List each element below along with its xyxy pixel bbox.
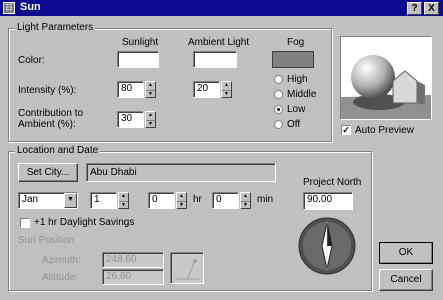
fog-low-label: Low — [287, 104, 306, 115]
light-parameters-title: Light Parameters — [15, 22, 96, 33]
spin-up-icon: ▲ — [179, 193, 184, 199]
fog-radio-middle[interactable] — [274, 90, 283, 99]
help-button[interactable]: ? — [407, 2, 422, 15]
hour-spinner[interactable]: ▲ ▼ — [176, 192, 187, 209]
spin-down-icon: ▼ — [241, 200, 250, 209]
spin-down-icon: ▼ — [119, 200, 128, 209]
preview-render-icon — [341, 37, 431, 119]
auto-preview-checkbox[interactable]: ✓ — [341, 125, 351, 135]
preview-pane — [340, 36, 432, 120]
title-bar: ☷ Sun ? X — [0, 0, 443, 16]
fog-column-label: Fog — [287, 37, 305, 48]
fog-middle-label: Middle — [287, 89, 317, 100]
spin-up-icon: ▲ — [224, 82, 229, 88]
azimuth-value: 248.60 — [102, 252, 164, 268]
month-value: Jan — [22, 194, 39, 205]
sun-angle-icon — [175, 259, 199, 280]
spin-up-icon: ▲ — [148, 112, 153, 118]
spin-down-icon: ▼ — [146, 119, 155, 128]
daylight-savings-checkbox[interactable] — [20, 218, 30, 228]
spin-up-icon: ▲ — [243, 193, 248, 199]
project-north-label: Project North — [303, 177, 362, 188]
hour-input[interactable]: 0 — [148, 192, 175, 209]
cancel-button[interactable]: Cancel — [379, 269, 433, 291]
altitude-value: 26.60 — [102, 269, 164, 285]
set-city-button[interactable]: Set City... — [18, 163, 78, 182]
location-date-title: Location and Date — [15, 145, 101, 156]
ok-button[interactable]: OK — [379, 242, 433, 264]
minute-input[interactable]: 0 — [212, 192, 239, 209]
city-field: Abu Dhabi — [86, 163, 276, 182]
azimuth-label: Azimuth: — [42, 255, 81, 266]
sun-position-preview — [170, 252, 204, 284]
compass-icon[interactable] — [298, 217, 356, 275]
window-title: Sun — [20, 1, 41, 13]
sun-position-label: Sun Position — [18, 235, 75, 246]
ambient-column-label: Ambient Light — [188, 37, 250, 48]
spin-down-icon: ▼ — [222, 89, 231, 98]
min-label: min — [257, 194, 274, 205]
minute-spinner[interactable]: ▲ ▼ — [240, 192, 251, 209]
altitude-label: Altitude: — [42, 272, 79, 283]
day-input[interactable]: 1 — [90, 192, 117, 209]
close-button[interactable]: X — [424, 2, 439, 15]
contribution-spinner[interactable]: ▲ ▼ — [145, 111, 156, 128]
contribution-label: Contribution to Ambient (%): — [18, 108, 84, 130]
fog-off-label: Off — [287, 119, 301, 130]
sunlight-intensity-input[interactable]: 80 — [117, 81, 144, 98]
spin-up-icon: ▲ — [121, 193, 126, 199]
spin-up-icon: ▲ — [148, 82, 153, 88]
fog-radio-high[interactable] — [274, 75, 283, 84]
day-spinner[interactable]: ▲ ▼ — [118, 192, 129, 209]
spin-down-icon: ▼ — [177, 200, 186, 209]
spin-down-icon: ▼ — [146, 89, 155, 98]
project-north-input[interactable]: 90.00 — [303, 192, 353, 210]
sunlight-color-swatch[interactable] — [117, 51, 159, 68]
fog-radio-low[interactable] — [274, 105, 283, 114]
sunlight-intensity-spinner[interactable]: ▲ ▼ — [145, 81, 156, 98]
contribution-input[interactable]: 30 — [117, 111, 144, 128]
auto-preview-label: Auto Preview — [355, 125, 414, 136]
sunlight-column-label: Sunlight — [122, 37, 159, 48]
fog-radio-off[interactable] — [274, 120, 283, 129]
hr-label: hr — [193, 194, 202, 205]
ambient-intensity-input[interactable]: 20 — [193, 81, 220, 98]
ambient-intensity-spinner[interactable]: ▲ ▼ — [221, 81, 232, 98]
chevron-down-icon[interactable]: ▼ — [64, 193, 77, 208]
fog-color-swatch[interactable] — [272, 51, 314, 68]
fog-high-label: High — [287, 74, 308, 85]
daylight-savings-label: +1 hr Daylight Savings — [34, 217, 135, 228]
app-icon: ☷ — [3, 2, 15, 14]
month-select[interactable]: Jan ▼ — [18, 192, 78, 209]
color-label: Color: — [18, 55, 45, 66]
intensity-label: Intensity (%): — [18, 85, 77, 96]
ambient-color-swatch[interactable] — [193, 51, 237, 68]
